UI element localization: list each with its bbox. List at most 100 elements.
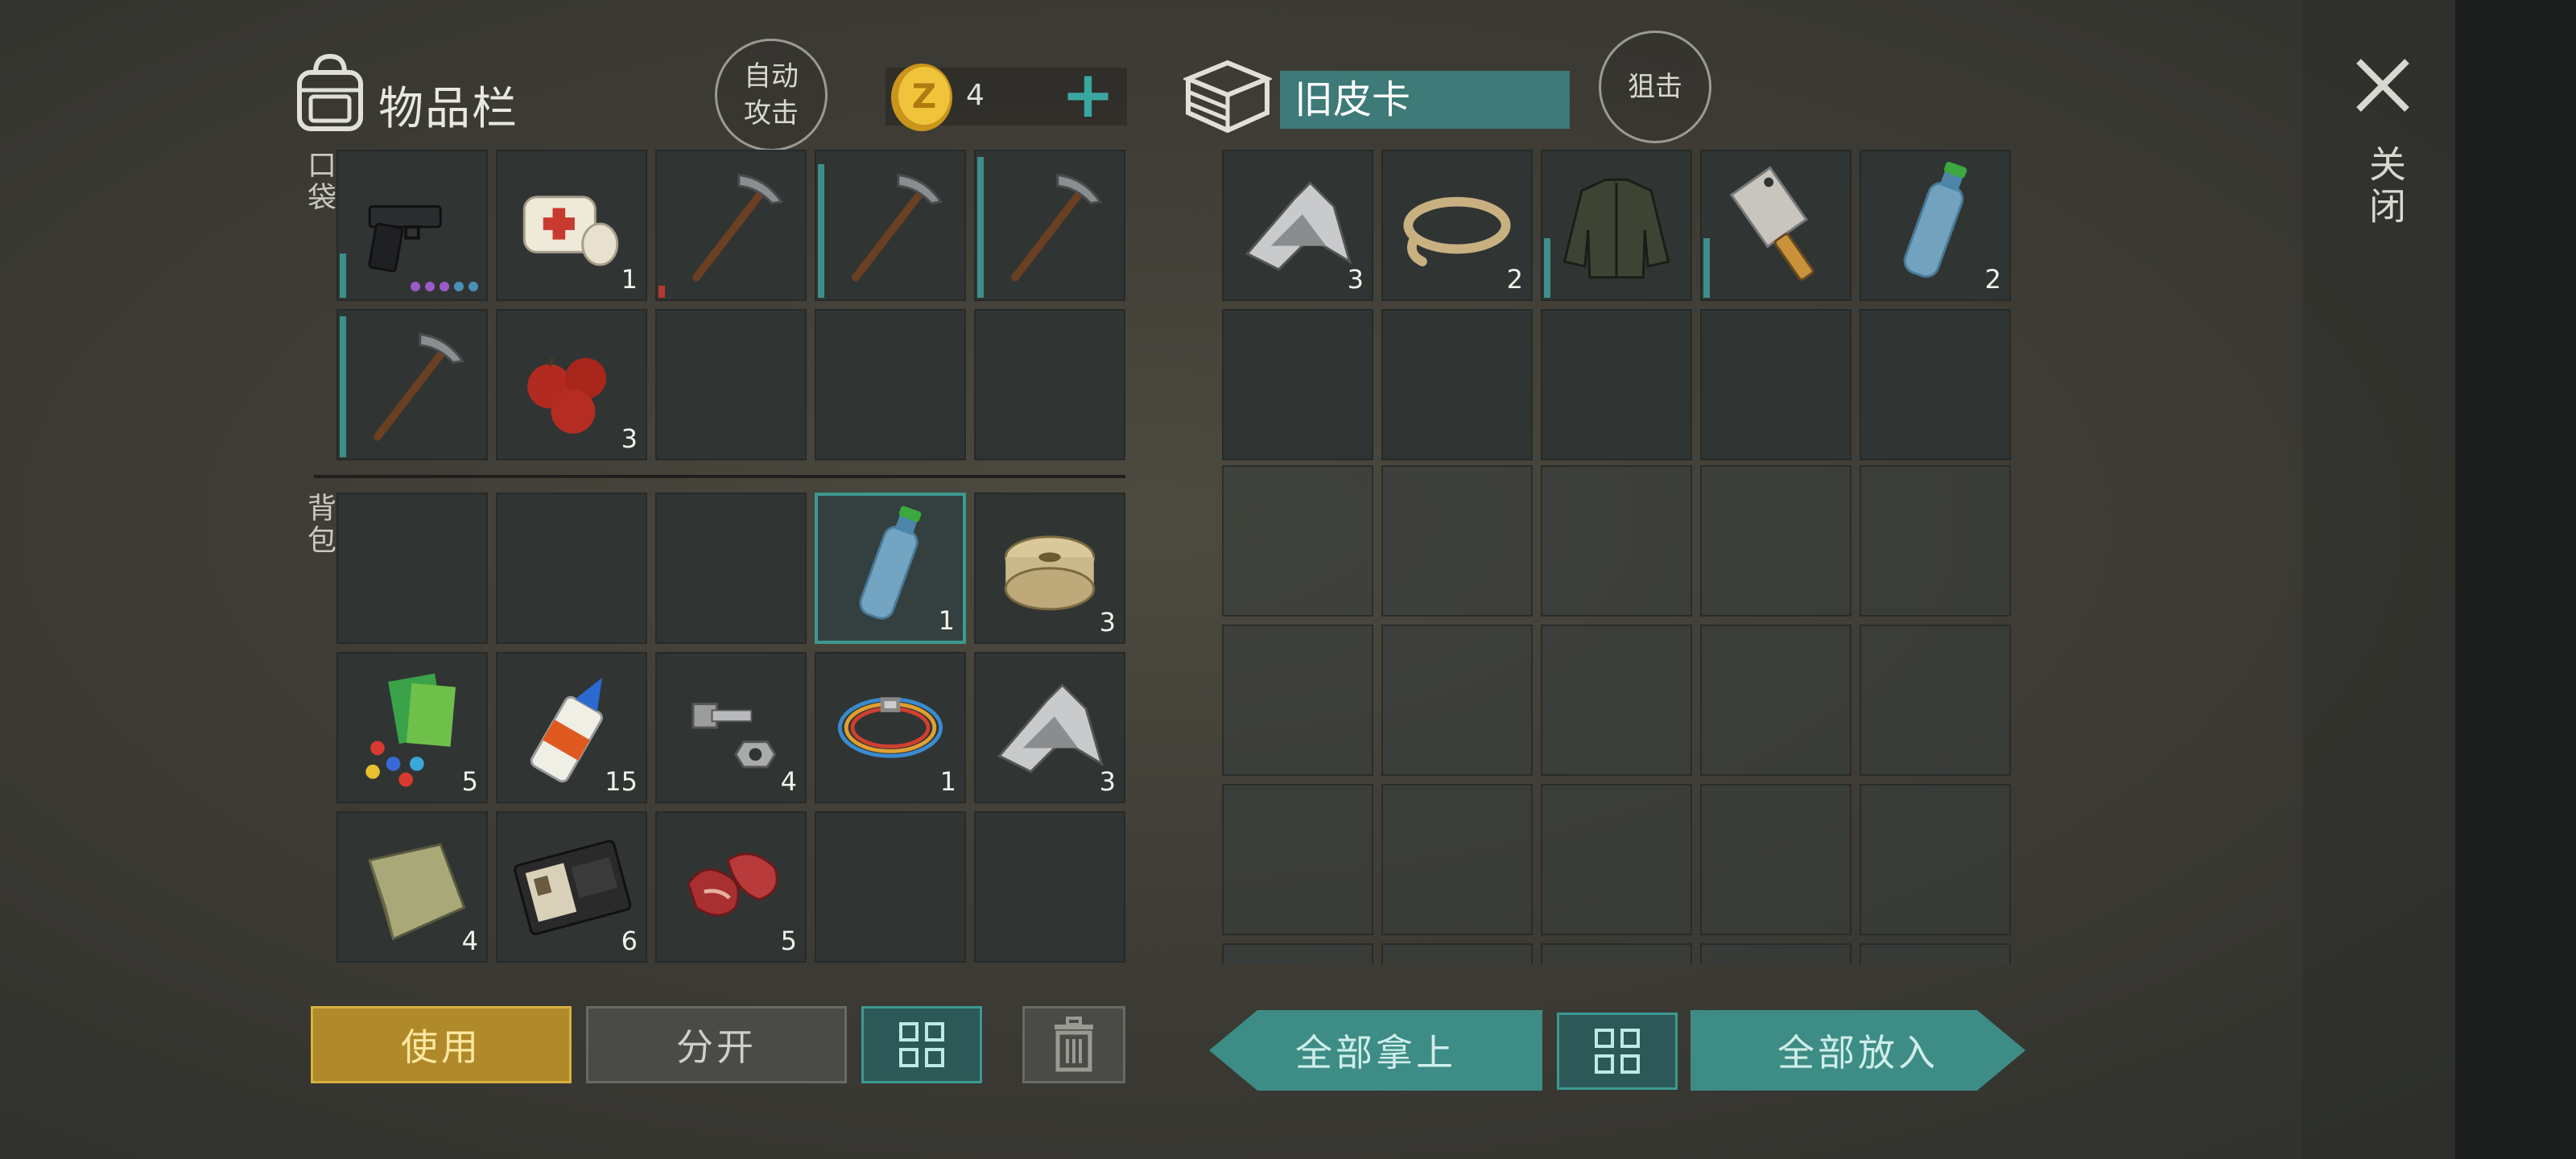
durability-bar bbox=[977, 157, 984, 298]
pockets-slot[interactable] bbox=[336, 309, 488, 460]
container-slot[interactable] bbox=[1222, 784, 1373, 935]
pockets-slot[interactable] bbox=[655, 309, 807, 460]
snipe-label: 狙击 bbox=[1628, 71, 1682, 103]
pockets-slot[interactable]: 1 bbox=[496, 150, 647, 301]
pockets-slot[interactable] bbox=[815, 150, 966, 301]
container_slots-slot[interactable]: 2 bbox=[1381, 150, 1533, 301]
section-divider bbox=[314, 475, 1125, 478]
durability-bar bbox=[818, 164, 824, 298]
container-empty-grid bbox=[1222, 309, 2011, 460]
close-icon[interactable] bbox=[2351, 53, 2415, 118]
add-coins-button[interactable]: + bbox=[1061, 63, 1115, 127]
item-count: 1 bbox=[621, 264, 638, 295]
container-grid: 3 2 2 bbox=[1222, 150, 2011, 301]
container-faint-grid bbox=[1222, 465, 2011, 964]
container-slot[interactable] bbox=[1860, 309, 2011, 460]
backpack-label: 背包 bbox=[303, 493, 336, 557]
container-slot[interactable] bbox=[1860, 625, 2011, 776]
pockets-slot[interactable]: 3 bbox=[496, 309, 647, 460]
pockets-slot[interactable] bbox=[815, 309, 966, 460]
container-slot[interactable] bbox=[1381, 784, 1533, 935]
backpack-slot[interactable] bbox=[496, 493, 647, 644]
backpack-slot[interactable]: 3 bbox=[974, 652, 1125, 803]
backpack-grid: 1 3 5 15 4 1 3 4 6 5 bbox=[336, 493, 1125, 963]
backpack-slot[interactable] bbox=[815, 811, 966, 963]
pockets-grid: 13 bbox=[336, 150, 1125, 460]
close-label[interactable]: 关闭 bbox=[2359, 145, 2412, 229]
quality-dots bbox=[1803, 282, 1842, 291]
backpack-slot[interactable]: 1 bbox=[815, 493, 966, 644]
auto-attack-label-2: 攻击 bbox=[744, 97, 799, 130]
container-slot[interactable] bbox=[1381, 943, 1533, 964]
pickaxe-icon bbox=[692, 173, 784, 282]
durability-bar bbox=[1544, 238, 1550, 298]
container-slot[interactable] bbox=[1860, 943, 2011, 964]
durability-bar bbox=[340, 316, 346, 457]
container-slot[interactable] bbox=[1222, 943, 1373, 964]
container-slot[interactable] bbox=[1700, 784, 1852, 935]
sort-inventory-button[interactable] bbox=[861, 1006, 982, 1083]
put-all-button[interactable]: 全部放入 bbox=[1690, 1010, 2025, 1091]
trash-button[interactable] bbox=[1022, 1006, 1125, 1083]
container-slot[interactable] bbox=[1541, 784, 1692, 935]
container-slot[interactable] bbox=[1222, 465, 1373, 617]
coin-count: 4 bbox=[966, 79, 985, 112]
item-count: 3 bbox=[621, 423, 638, 454]
backpack-slot[interactable] bbox=[336, 493, 488, 644]
container-slot[interactable] bbox=[1381, 625, 1533, 776]
container_slots-slot[interactable] bbox=[1541, 150, 1692, 301]
trash-icon bbox=[1055, 1017, 1093, 1072]
durability-bar bbox=[1703, 238, 1710, 298]
backpack-slot[interactable]: 5 bbox=[336, 652, 488, 803]
container-slot[interactable] bbox=[1222, 309, 1373, 460]
pockets-slot[interactable] bbox=[974, 309, 1125, 460]
pockets-slot[interactable] bbox=[974, 150, 1125, 301]
take-all-button[interactable]: 全部拿上 bbox=[1209, 1010, 1542, 1091]
container-slot[interactable] bbox=[1541, 309, 1692, 460]
pockets-label: 口袋 bbox=[303, 150, 336, 214]
container-slot[interactable] bbox=[1700, 465, 1852, 617]
split-button[interactable]: 分开 bbox=[586, 1006, 847, 1083]
item-count: 1 bbox=[939, 766, 956, 797]
jacket-icon bbox=[1563, 178, 1670, 279]
backpack-slot[interactable]: 1 bbox=[815, 652, 966, 803]
container-slot[interactable] bbox=[1541, 943, 1692, 964]
backpack-slot[interactable]: 4 bbox=[336, 811, 488, 963]
durability-bar bbox=[658, 286, 665, 298]
pockets-slot[interactable] bbox=[336, 150, 488, 301]
container-slot[interactable] bbox=[1700, 943, 1852, 964]
container-slot[interactable] bbox=[1860, 784, 2011, 935]
grid-sort-icon bbox=[1595, 1029, 1640, 1074]
item-count: 2 bbox=[1506, 264, 1523, 295]
grid-sort-icon bbox=[899, 1022, 944, 1067]
container_slots-slot[interactable]: 3 bbox=[1222, 150, 1373, 301]
backpack-slot[interactable]: 4 bbox=[655, 652, 807, 803]
container-slot[interactable] bbox=[1700, 625, 1852, 776]
pickaxe-icon bbox=[374, 332, 465, 441]
container-slot[interactable] bbox=[1222, 625, 1373, 776]
backpack-slot[interactable] bbox=[655, 493, 807, 644]
container-slot[interactable] bbox=[1860, 465, 2011, 617]
item-count: 15 bbox=[605, 766, 638, 797]
backpack-slot[interactable]: 3 bbox=[974, 493, 1125, 644]
container-slot[interactable] bbox=[1541, 625, 1692, 776]
sort-container-button[interactable] bbox=[1557, 1013, 1678, 1090]
container-slot[interactable] bbox=[1541, 465, 1692, 617]
pockets-slot[interactable] bbox=[655, 150, 807, 301]
container-slot[interactable] bbox=[1700, 309, 1852, 460]
snipe-button[interactable]: 狙击 bbox=[1599, 31, 1711, 143]
use-button[interactable]: 使用 bbox=[311, 1006, 572, 1083]
item-count: 3 bbox=[1099, 607, 1116, 637]
backpack-slot[interactable]: 5 bbox=[655, 811, 807, 963]
backpack-slot[interactable] bbox=[974, 811, 1125, 963]
container_slots-slot[interactable] bbox=[1700, 150, 1852, 301]
container_slots-slot[interactable]: 2 bbox=[1860, 150, 2011, 301]
durability-bar bbox=[340, 253, 346, 298]
container-slot[interactable] bbox=[1381, 309, 1533, 460]
backpack-slot[interactable]: 15 bbox=[496, 652, 647, 803]
backpack-slot[interactable]: 6 bbox=[496, 811, 647, 963]
item-count: 5 bbox=[461, 766, 478, 797]
auto-attack-button[interactable]: 自动 攻击 bbox=[715, 39, 828, 151]
auto-attack-label-1: 自动 bbox=[744, 60, 799, 93]
container-slot[interactable] bbox=[1381, 465, 1533, 617]
